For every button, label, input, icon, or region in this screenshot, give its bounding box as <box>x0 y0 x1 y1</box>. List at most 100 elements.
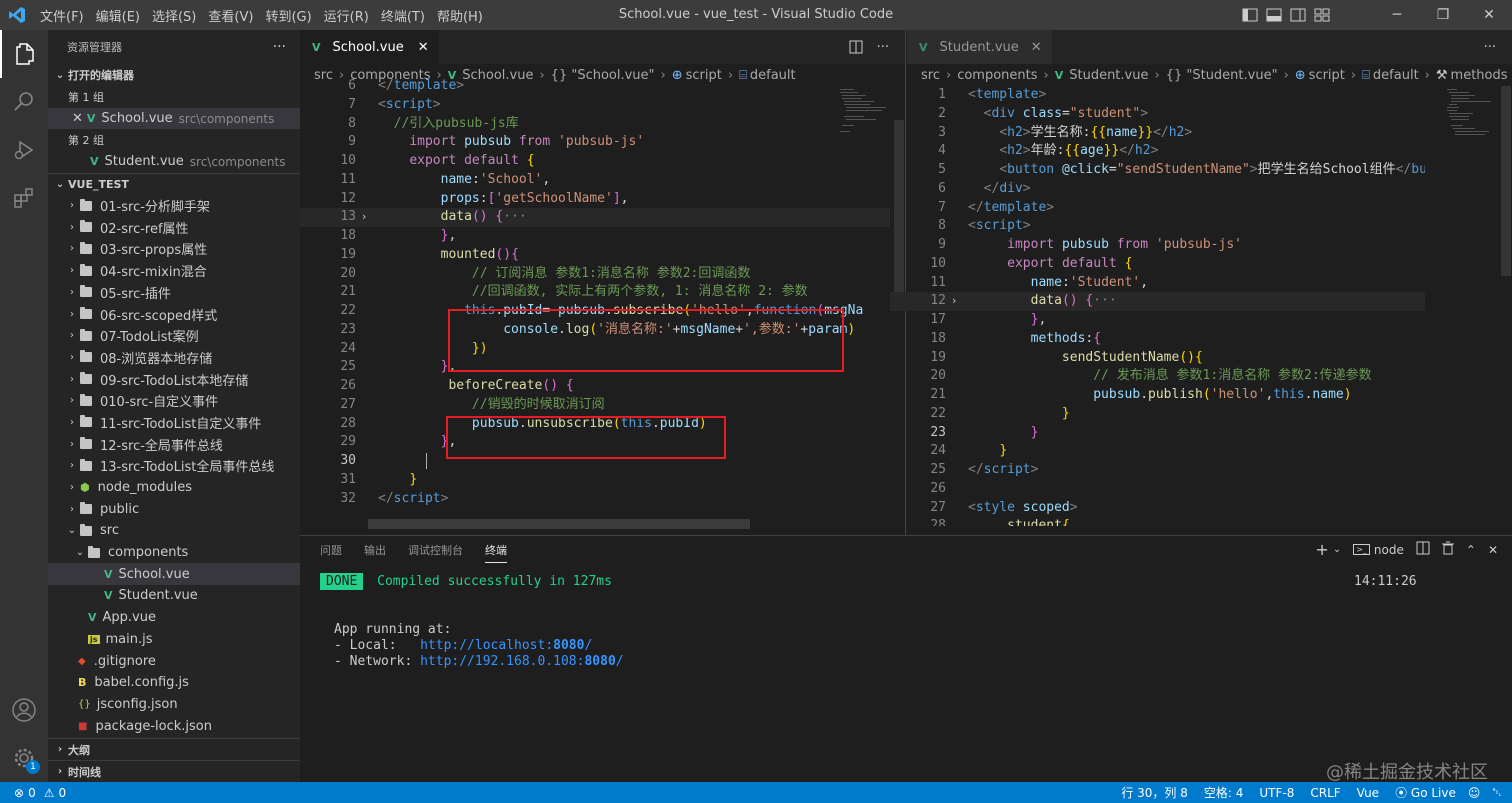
open-editors-section[interactable]: ⌄ 打开的编辑器 <box>48 64 300 86</box>
project-section[interactable]: ⌄ VUE_TEST <box>48 172 300 195</box>
breadcrumb-item[interactable]: default <box>1373 68 1419 83</box>
encoding[interactable]: UTF-8 <box>1259 786 1294 800</box>
tree-item[interactable]: › 09-src-TodoList本地存储 <box>48 368 300 390</box>
settings-gear-icon[interactable]: 1 <box>0 734 48 782</box>
close-tab-icon[interactable]: ✕ <box>418 40 429 55</box>
new-terminal-icon[interactable]: + <box>1315 540 1328 559</box>
line-endings[interactable]: CRLF <box>1310 786 1340 800</box>
outline-section[interactable]: › 大纲 <box>48 738 300 760</box>
panel-tab[interactable]: 问题 <box>320 542 342 558</box>
tree-item[interactable]: V Student.vue <box>48 585 300 607</box>
restore-button[interactable]: ❐ <box>1420 0 1466 30</box>
go-live-button[interactable]: ⦿ Go Live <box>1395 784 1456 801</box>
code-text: props:['getSchoolName'], <box>440 190 629 206</box>
fold-chevron-icon[interactable]: › <box>946 292 962 311</box>
panel-tab[interactable]: 输出 <box>364 542 386 558</box>
tree-item[interactable]: › 04-src-mixin混合 <box>48 260 300 282</box>
indentation[interactable]: 空格: 4 <box>1204 784 1244 801</box>
vertical-scrollbar[interactable] <box>1501 86 1511 276</box>
tree-item[interactable]: ⌄ components <box>48 542 300 564</box>
breadcrumb-item[interactable]: src <box>921 68 940 83</box>
split-terminal-icon[interactable] <box>1416 541 1430 558</box>
tree-item[interactable]: V School.vue <box>48 563 300 586</box>
horizontal-scrollbar[interactable] <box>368 519 750 529</box>
menu-item[interactable]: 转到(G) <box>259 6 317 25</box>
tree-item[interactable]: › 11-src-TodoList自定义事件 <box>48 412 300 434</box>
close-icon[interactable]: ✕ <box>72 111 83 126</box>
trash-icon[interactable] <box>1441 541 1454 558</box>
chevron-down-icon[interactable]: ⌄ <box>1333 544 1341 555</box>
account-icon[interactable] <box>0 686 48 734</box>
toggle-sidebar-icon[interactable] <box>1242 8 1258 22</box>
menu-item[interactable]: 查看(V) <box>202 6 259 25</box>
tree-item[interactable]: › 12-src-全局事件总线 <box>48 433 300 455</box>
tree-item[interactable]: ◆ .gitignore <box>48 650 300 672</box>
cursor-position[interactable]: 行 30，列 8 <box>1121 784 1188 801</box>
notifications-bell-icon[interactable]: ␇ <box>1492 785 1502 800</box>
close-panel-icon[interactable]: ✕ <box>1488 543 1498 557</box>
tree-item[interactable]: ■ package-lock.json <box>48 715 300 737</box>
close-window-button[interactable]: ✕ <box>1466 0 1512 30</box>
menu-item[interactable]: 帮助(H) <box>431 6 489 25</box>
network-url[interactable]: http://192.168.0.108:8080/ <box>420 654 624 669</box>
panel-tab[interactable]: 终端 <box>485 542 507 563</box>
more-actions-icon[interactable]: ··· <box>1484 30 1496 64</box>
more-actions-icon[interactable]: ··· <box>877 30 889 64</box>
tree-item[interactable]: › 08-浏览器本地存储 <box>48 347 300 369</box>
tree-item[interactable]: › 03-src-props属性 <box>48 238 300 260</box>
split-editor-icon[interactable] <box>849 30 863 64</box>
breadcrumb-item[interactable]: script <box>1309 68 1345 83</box>
tree-item[interactable]: › ⬢ node_modules <box>48 477 300 499</box>
breadcrumb-item[interactable]: {} "Student.vue" <box>1166 68 1278 83</box>
menu-item[interactable]: 文件(F) <box>34 6 90 25</box>
code-text: } <box>1030 424 1039 440</box>
breadcrumb: src › components › V Student.vue › {} "Student.… <box>907 64 1512 86</box>
run-debug-icon[interactable] <box>0 126 48 174</box>
extensions-icon[interactable] <box>0 174 48 222</box>
toggle-secondary-sidebar-icon[interactable] <box>1290 8 1306 22</box>
code-area[interactable]: 1 <template> 2 <div class="student"> 3 <h2>… <box>890 86 1425 526</box>
tree-item[interactable]: › 02-src-ref属性 <box>48 216 300 238</box>
tree-item[interactable]: ⌄ src <box>48 520 300 542</box>
timeline-section[interactable]: › 时间线 <box>48 760 300 782</box>
panel-tab[interactable]: 调试控制台 <box>408 542 463 558</box>
breadcrumb-item[interactable]: Student.vue <box>1069 68 1148 83</box>
tree-item[interactable]: › 07-TodoList案例 <box>48 325 300 347</box>
open-editor-student[interactable]: V Student.vue src\components <box>48 151 300 173</box>
fold-chevron-icon[interactable]: › <box>356 208 372 227</box>
explorer-icon[interactable] <box>0 30 48 78</box>
tree-item[interactable]: › 13-src-TodoList全局事件总线 <box>48 455 300 477</box>
customize-layout-icon[interactable] <box>1314 8 1330 22</box>
more-actions-icon[interactable]: ··· <box>273 39 286 55</box>
tree-item[interactable]: › public <box>48 498 300 520</box>
language-mode[interactable]: Vue <box>1357 786 1379 800</box>
breadcrumb-item[interactable]: components <box>957 68 1037 83</box>
breadcrumb-item[interactable]: methods <box>1451 68 1508 83</box>
toggle-panel-icon[interactable] <box>1266 8 1282 22</box>
tab-school-vue[interactable]: V School.vue ✕ <box>300 30 439 64</box>
terminal-shell-name[interactable]: node <box>1374 543 1404 557</box>
tree-item[interactable]: js main.js <box>48 629 300 651</box>
tree-item[interactable]: › 01-src-分析脚手架 <box>48 195 300 217</box>
close-tab-icon[interactable]: ✕ <box>1031 40 1042 55</box>
tab-student-vue[interactable]: V Student.vue ✕ <box>907 30 1052 64</box>
local-url[interactable]: http://localhost:8080/ <box>420 638 592 653</box>
menu-item[interactable]: 运行(R) <box>318 6 375 25</box>
code-text: pubsub.publish('hello',this.name) <box>1093 387 1352 402</box>
tree-item[interactable]: Bbabel.config.js <box>48 672 300 694</box>
maximize-panel-icon[interactable]: ⌃ <box>1466 543 1476 557</box>
minimize-button[interactable]: ─ <box>1374 0 1420 30</box>
problems-status[interactable]: ⊗ 0 ⚠ 0 <box>14 786 66 800</box>
open-editor-school[interactable]: ✕ V School.vue src\components <box>48 107 300 130</box>
tree-item[interactable]: {} jsconfig.json <box>48 694 300 716</box>
tree-item[interactable]: › 05-src-插件 <box>48 282 300 304</box>
account-status-icon[interactable]: ☺ <box>1468 786 1481 800</box>
tree-item[interactable]: V App.vue <box>48 607 300 629</box>
search-icon[interactable] <box>0 78 48 126</box>
code-line: 26 beforeCreate() { <box>300 377 890 396</box>
menu-item[interactable]: 选择(S) <box>146 6 202 25</box>
menu-item[interactable]: 编辑(E) <box>90 6 146 25</box>
tree-item[interactable]: › 06-src-scoped样式 <box>48 303 300 325</box>
menu-item[interactable]: 终端(T) <box>375 6 431 25</box>
tree-item[interactable]: › 010-src-自定义事件 <box>48 390 300 412</box>
